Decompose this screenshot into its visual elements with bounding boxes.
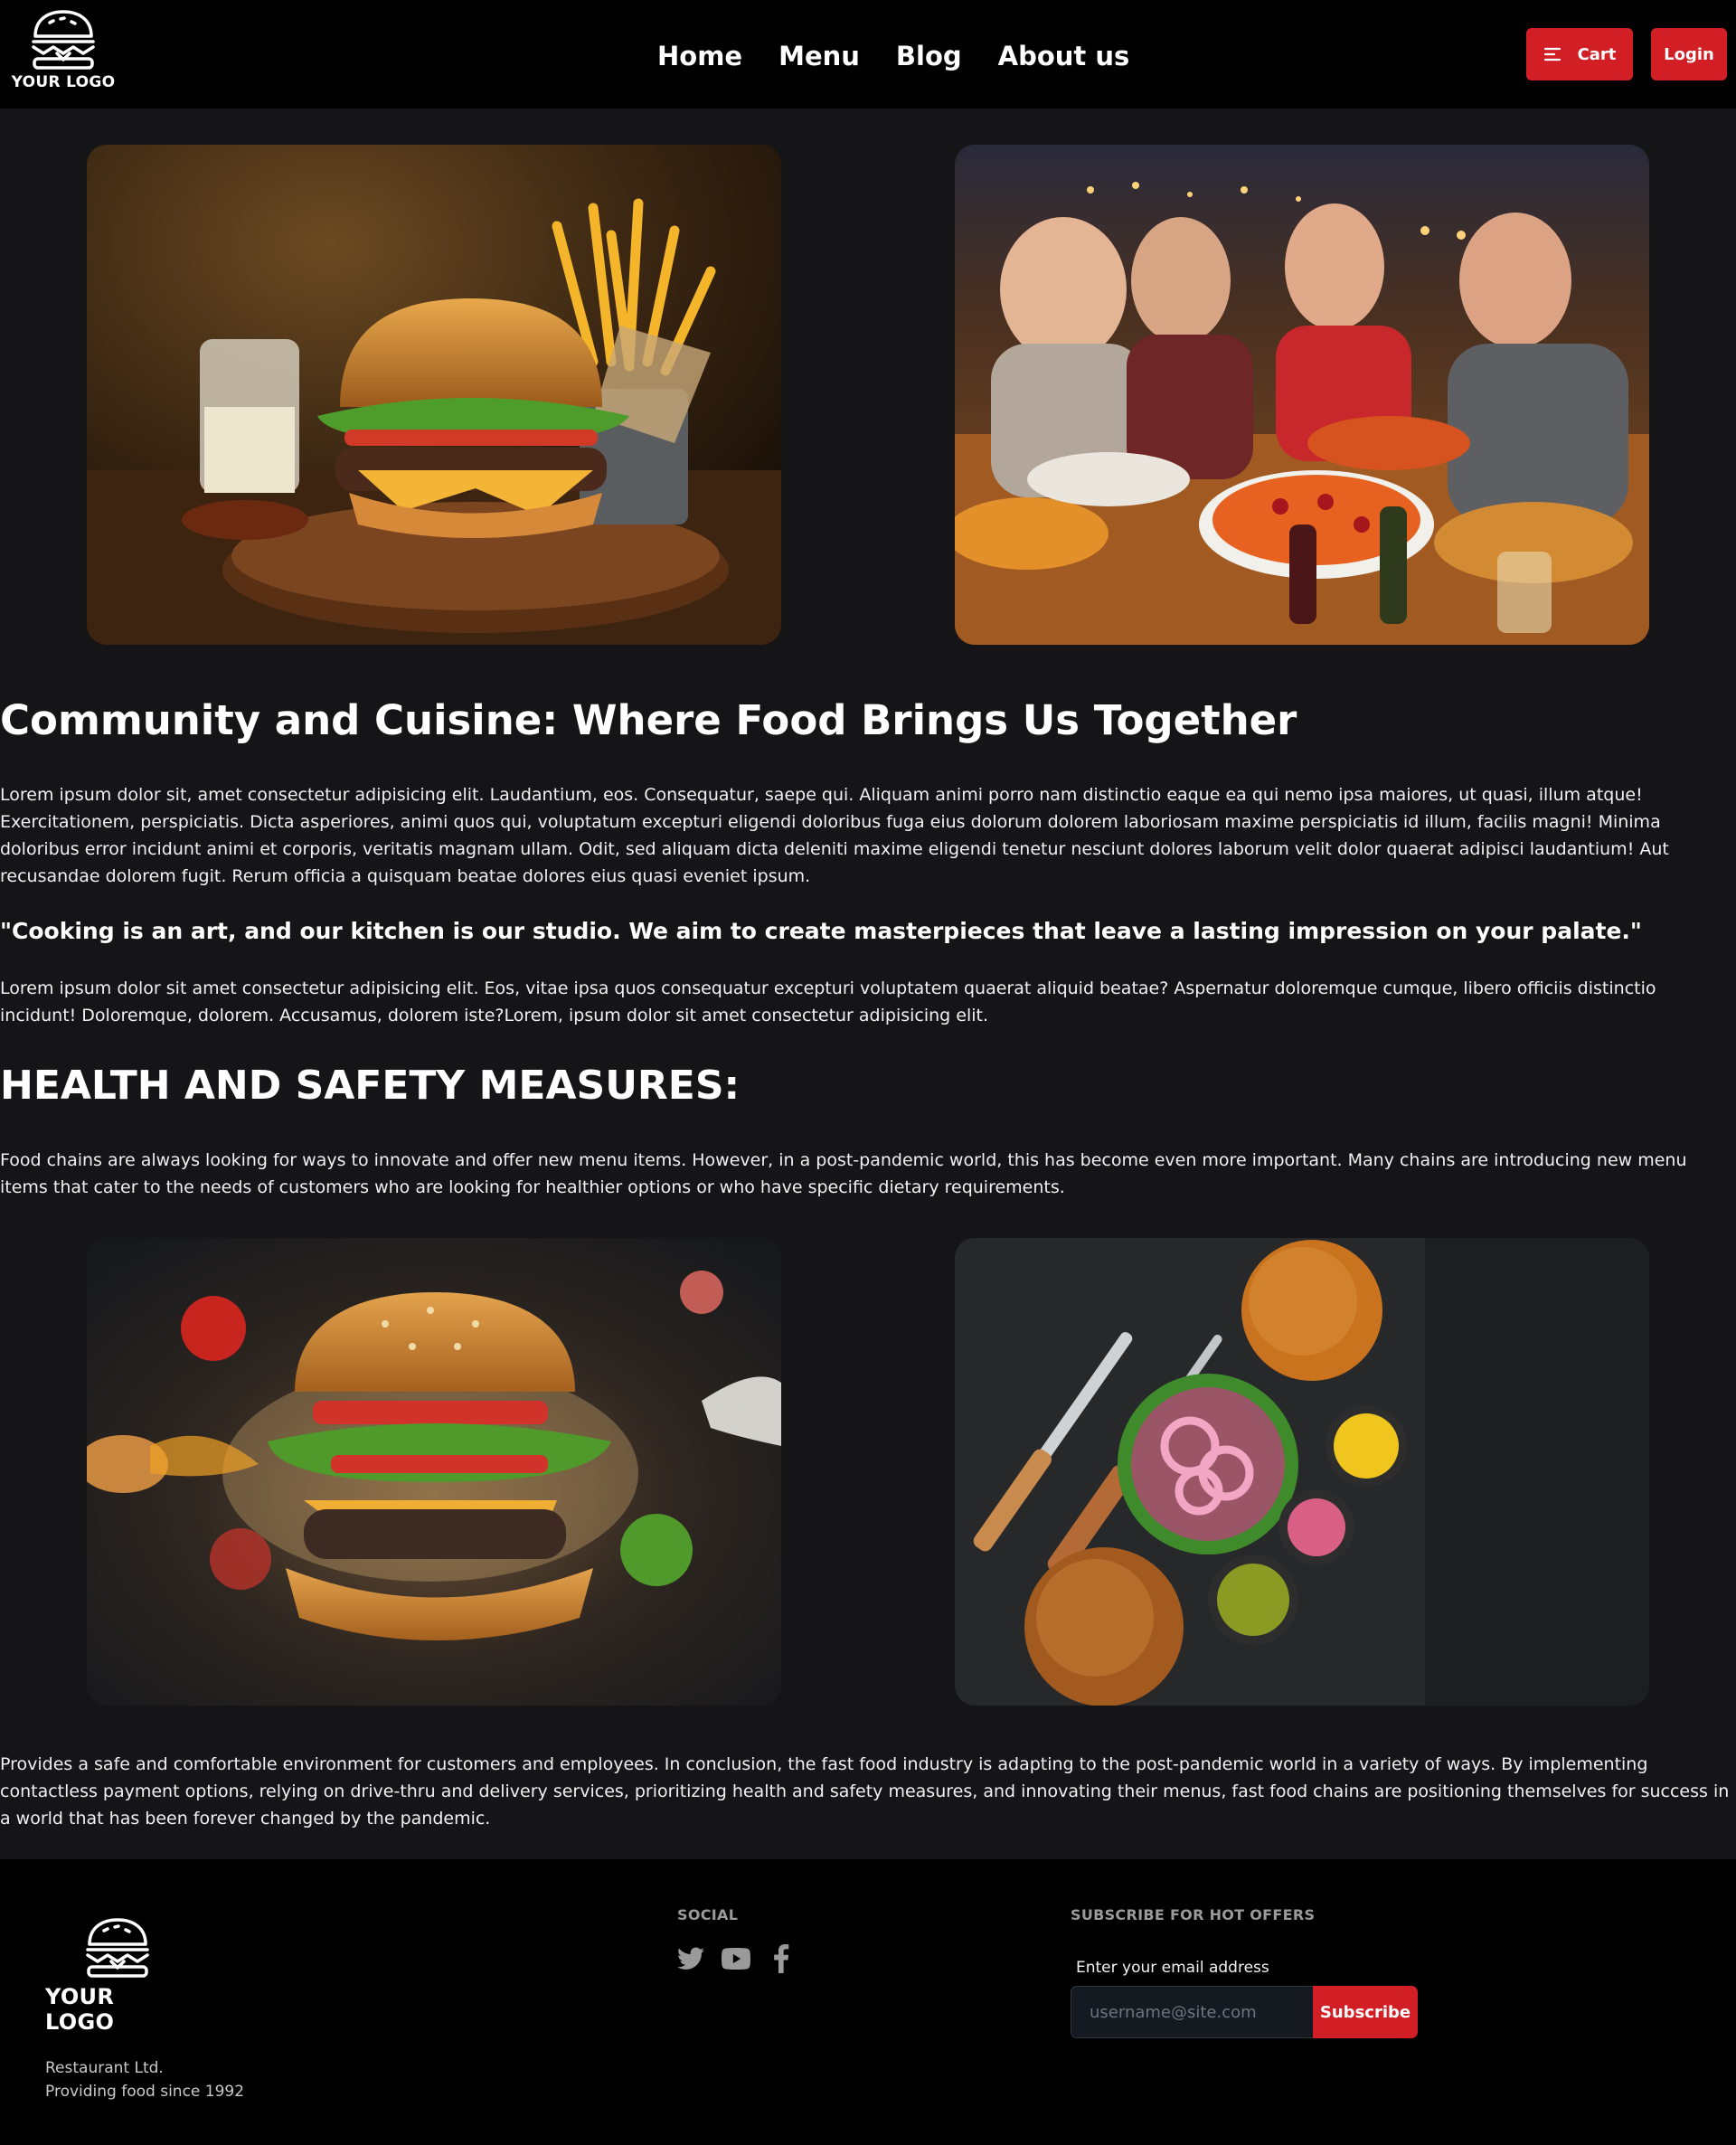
company-name: Restaurant Ltd. — [45, 2059, 164, 2077]
flying-burger-image — [87, 1238, 781, 1706]
burger-logo-icon — [86, 1918, 149, 1978]
footer-logo-text: YOUR LOGO — [45, 1984, 115, 2035]
company-tagline: Providing food since 1992 — [45, 2083, 245, 2101]
burger-logo-icon — [32, 10, 95, 70]
cart-button-label: Cart — [1577, 44, 1617, 64]
twitter-icon[interactable] — [676, 1944, 705, 1973]
subscribe-heading: SUBSCRIBE FOR HOT OFFERS — [1071, 1906, 1316, 1923]
logo[interactable]: YOUR LOGO — [11, 9, 116, 99]
cart-button[interactable]: Cart — [1526, 28, 1633, 80]
nav-blog[interactable]: Blog — [896, 41, 962, 71]
article-paragraph-4: Provides a safe and comfortable environm… — [0, 1754, 1730, 1828]
chef-quote: "Cooking is an art, and our kitchen is o… — [0, 918, 1642, 944]
nav-about-us[interactable]: About us — [998, 41, 1130, 71]
article-paragraph-2: Lorem ipsum dolor sit amet consectetur a… — [0, 978, 1656, 1025]
burger-fries-image — [87, 145, 781, 645]
company-info: Restaurant Ltd. Providing food since 199… — [45, 2056, 244, 2103]
subscribe-button[interactable]: Subscribe — [1313, 1986, 1418, 2038]
article-paragraph-1: Lorem ipsum dolor sit, amet consectetur … — [0, 785, 1669, 886]
section-heading-health-safety: HEALTH AND SAFETY MEASURES: — [0, 1063, 741, 1109]
social-links — [676, 1944, 796, 1973]
main-nav: Home Menu Blog About us — [657, 36, 1129, 76]
facebook-icon[interactable] — [767, 1944, 796, 1973]
login-button[interactable]: Login — [1651, 28, 1727, 80]
footer-logo[interactable]: YOUR LOGO — [45, 1917, 190, 2035]
nav-menu[interactable]: Menu — [778, 41, 860, 71]
social-heading: SOCIAL — [677, 1906, 739, 1923]
article-paragraph-3: Food chains are always looking for ways … — [0, 1150, 1687, 1197]
site-footer: YOUR LOGO Restaurant Ltd. Providing food… — [0, 1859, 1736, 2145]
friends-pizza-image — [955, 145, 1649, 645]
youtube-icon[interactable] — [722, 1944, 750, 1973]
logo-text: YOUR LOGO — [11, 73, 116, 91]
burger-ingredients-image — [955, 1238, 1649, 1706]
nav-home[interactable]: Home — [657, 41, 742, 71]
article-title: Community and Cuisine: Where Food Brings… — [0, 696, 1297, 744]
site-header: YOUR LOGO Home Menu Blog About us Cart L… — [0, 0, 1736, 109]
email-input[interactable] — [1071, 1986, 1313, 2038]
menu-lines-icon — [1543, 47, 1561, 61]
email-label: Enter your email address — [1076, 1959, 1269, 1977]
